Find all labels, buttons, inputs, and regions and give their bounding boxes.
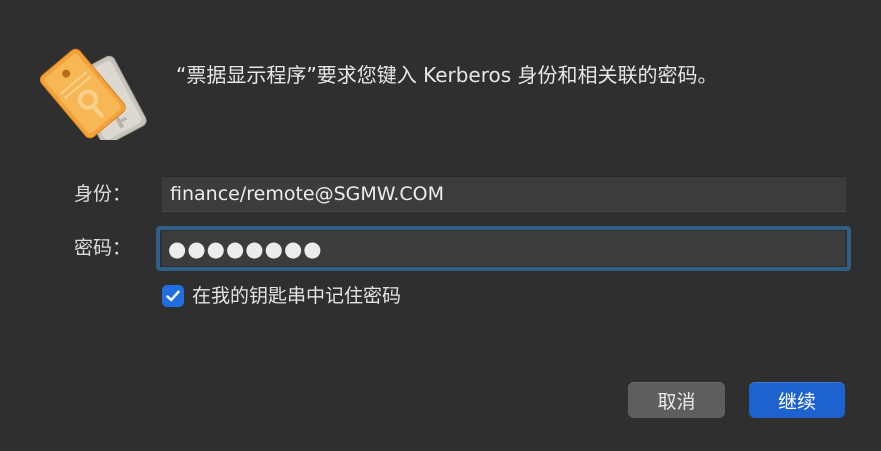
identity-label: 身份： xyxy=(74,183,132,205)
remember-password-label[interactable]: 在我的钥匙串中记住密码 xyxy=(192,282,401,310)
identity-field[interactable] xyxy=(162,176,846,212)
continue-button[interactable]: 继续 xyxy=(749,382,845,418)
password-label: 密码： xyxy=(74,237,132,259)
ticket-viewer-app-icon xyxy=(39,38,150,145)
cancel-button[interactable]: 取消 xyxy=(628,382,725,418)
checkmark-icon xyxy=(166,290,180,302)
kerberos-auth-dialog: “票据显示程序”要求您键入 Kerberos 身份和相关联的密码。 身份： 密码… xyxy=(0,0,881,451)
dialog-message: “票据显示程序”要求您键入 Kerberos 身份和相关联的密码。 xyxy=(176,63,718,87)
remember-password-checkbox[interactable] xyxy=(162,285,184,307)
remember-password-option[interactable]: 在我的钥匙串中记住密码 xyxy=(162,282,401,310)
password-field[interactable] xyxy=(162,231,845,266)
